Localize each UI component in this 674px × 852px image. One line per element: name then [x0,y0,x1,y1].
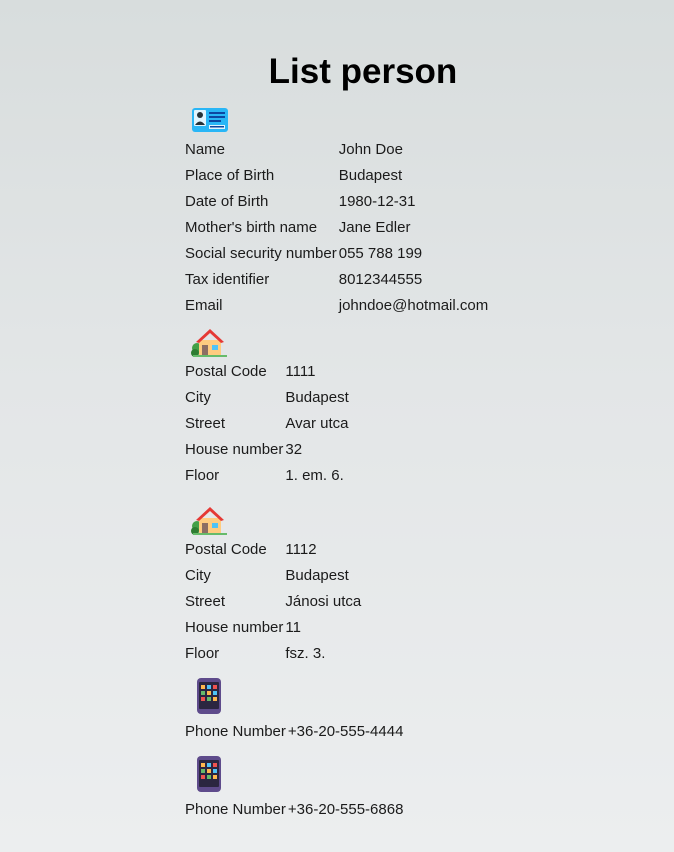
field-value: 11 [285,618,301,636]
id-card-icon [185,104,645,136]
field-label: Email [185,296,223,314]
page-title: List person [268,52,458,91]
field-label: Tax identifier [185,270,270,288]
mobile-phone-icon [185,674,645,718]
field-label: House number [185,618,284,636]
field-label: Postal Code [185,362,267,380]
address-field-street: Street Avar utca [185,410,349,436]
field-label: Street [185,414,226,432]
address-field-house-number: House number 11 [185,614,361,640]
field-value: 32 [285,440,303,458]
address-section: Postal Code 1112 City Budapest Street Já… [185,504,645,666]
person-field-tax-identifier: Tax identifier 8012344555 [185,266,488,292]
address-field-city: City Budapest [185,384,349,410]
field-label: City [185,388,211,406]
person-field-name: Name John Doe [185,136,488,162]
person-details: Name John Doe Place of Birth Budapest Da… [185,104,645,826]
field-label: Postal Code [185,540,267,558]
field-label: Phone Number [185,800,286,818]
address-field-city: City Budapest [185,562,361,588]
phone-field: Phone Number +36-20-555-6868 [185,796,403,822]
address-field-postal-code: Postal Code 1112 [185,536,361,562]
personal-data-section: Name John Doe Place of Birth Budapest Da… [185,104,645,318]
field-value: 1111 [285,362,316,380]
phone-number-value: +36-20-555-6868 [287,800,404,818]
address-field-floor: Floor fsz. 3. [185,640,361,666]
field-value: Budapest [285,388,349,406]
field-value: fsz. 3. [285,644,326,662]
field-label: Street [185,592,226,610]
house-icon [185,504,645,536]
address-field-house-number: House number 32 [185,436,349,462]
field-label: Place of Birth [185,166,275,184]
field-value: Avar utca [285,414,349,432]
person-field-mothers-birth-name: Mother's birth name Jane Edler [185,214,488,240]
person-field-date-of-birth: Date of Birth 1980-12-31 [185,188,488,214]
field-label: Mother's birth name [185,218,318,236]
field-label: House number [185,440,284,458]
person-field-social-security-number: Social security number 055 788 199 [185,240,488,266]
field-value: Budapest [338,166,403,184]
address-section: Postal Code 1111 City Budapest Street Av… [185,326,645,488]
field-value: John Doe [338,140,403,158]
phone-field: Phone Number +36-20-555-4444 [185,718,403,744]
field-label: Phone Number [185,722,286,740]
mobile-phone-icon [185,752,645,796]
field-label: City [185,566,211,584]
field-value: Budapest [285,566,349,584]
field-value: 1112 [285,540,317,558]
person-field-place-of-birth: Place of Birth Budapest [185,162,488,188]
phone-section: Phone Number +36-20-555-4444 [185,674,645,744]
house-icon [185,326,645,358]
field-value: 8012344555 [338,270,423,288]
field-label: Name [185,140,226,158]
address-field-postal-code: Postal Code 1111 [185,358,349,384]
phone-number-value: +36-20-555-4444 [287,722,404,740]
field-label: Social security number [185,244,337,262]
field-value: Jánosi utca [285,592,362,610]
field-value: 1. em. 6. [285,466,344,484]
address-field-street: Street Jánosi utca [185,588,361,614]
field-label: Floor [185,644,220,662]
field-value: 1980-12-31 [338,192,416,210]
person-field-email: Email johndoe@hotmail.com [185,292,488,318]
field-value: johndoe@hotmail.com [338,296,489,314]
address-field-floor: Floor 1. em. 6. [185,462,349,488]
field-label: Floor [185,466,220,484]
field-value: 055 788 199 [338,244,423,262]
field-value: Jane Edler [338,218,411,236]
field-label: Date of Birth [185,192,269,210]
phone-section: Phone Number +36-20-555-6868 [185,752,645,822]
